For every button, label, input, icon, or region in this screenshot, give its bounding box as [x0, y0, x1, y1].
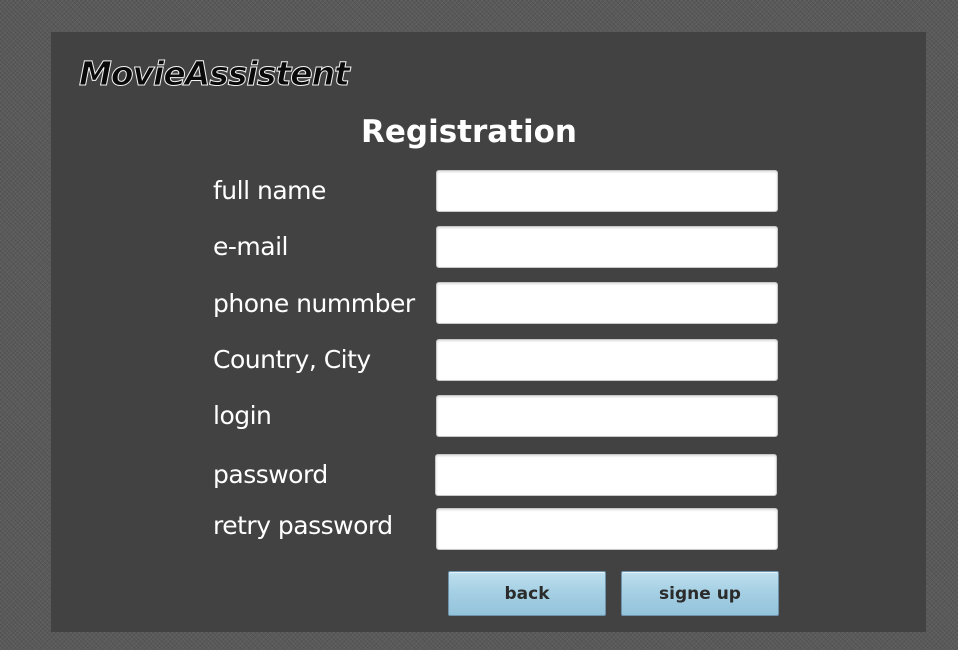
country-city-label: Country, City	[213, 345, 371, 374]
login-label: login	[213, 401, 272, 430]
password-field[interactable]	[435, 454, 777, 496]
email-label: e-mail	[213, 232, 288, 261]
back-button[interactable]: back	[448, 571, 606, 616]
full-name-label: full name	[213, 176, 326, 205]
phone-number-field[interactable]	[436, 282, 778, 324]
sign-up-button[interactable]: signe up	[621, 571, 779, 616]
login-field[interactable]	[436, 395, 778, 437]
retry-password-label: retry password	[213, 511, 393, 540]
full-name-field[interactable]	[436, 170, 778, 212]
app-logo: MovieAssistent	[79, 54, 351, 94]
password-label: password	[213, 460, 328, 489]
page-title: Registration	[360, 114, 577, 150]
email-field[interactable]	[436, 226, 778, 268]
country-city-field[interactable]	[436, 339, 778, 381]
registration-panel: MovieAssistent Registration full name e-…	[51, 32, 926, 632]
retry-password-field[interactable]	[436, 508, 778, 550]
phone-number-label: phone nummber	[213, 289, 415, 318]
